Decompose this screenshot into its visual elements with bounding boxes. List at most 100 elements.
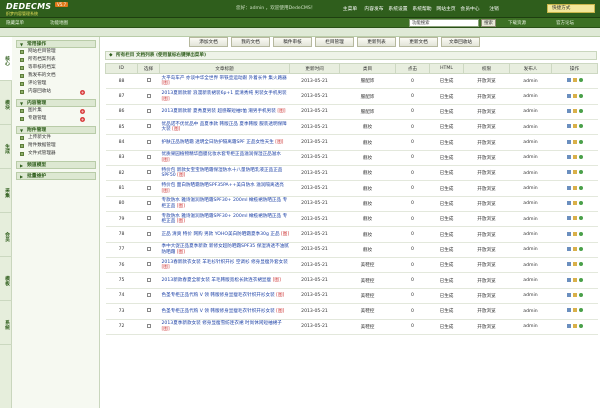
edit-icon[interactable] xyxy=(572,308,577,313)
edit-icon[interactable] xyxy=(572,262,577,267)
row-select[interactable] xyxy=(137,272,160,289)
menu-item[interactable]: 上传新文件 xyxy=(16,134,98,142)
row-checkbox[interactable] xyxy=(146,308,151,313)
preview-icon[interactable] xyxy=(578,78,583,83)
menu-item[interactable]: 我发布的文档 xyxy=(16,72,98,80)
add-icon[interactable]: + xyxy=(80,116,85,122)
menu-item[interactable]: 评论管理 xyxy=(16,80,98,88)
edit-icon[interactable] xyxy=(572,277,577,282)
view-icon[interactable] xyxy=(566,139,571,144)
row-select[interactable] xyxy=(137,211,160,228)
tab-generate[interactable]: 生成 xyxy=(0,125,12,169)
row-title-cell[interactable]: 特价包 面白防晒霜防晒SPF35PA++美白防水 滋润隔离透亮 [图] xyxy=(159,180,290,197)
tab-template[interactable]: 模板 xyxy=(0,257,12,301)
row-title-cell[interactable]: 护肤正品防晒霜 透明全日防护隔离霜SPF 正品女性天生 [图] xyxy=(159,134,290,151)
row-category[interactable]: 靓妆 xyxy=(339,242,396,259)
edit-icon[interactable] xyxy=(572,170,577,175)
row-checkbox[interactable] xyxy=(146,124,151,129)
row-title[interactable]: 色圣专柜正品代购 V 领 韩版修身显瘦毛衣针织开衫女装 xyxy=(162,293,275,298)
row-category[interactable]: 美鞋控 xyxy=(339,257,396,274)
row-select[interactable] xyxy=(137,119,160,136)
row-select[interactable] xyxy=(137,88,160,105)
edit-icon[interactable] xyxy=(572,185,577,190)
table-row[interactable]: 74 色圣专柜正品代购 V 领 韩版修身显瘦毛衣针织开衫女装 [图] 2013-05… xyxy=(105,288,598,305)
menu-item[interactable]: 内容回收站 + xyxy=(16,88,98,96)
view-icon[interactable] xyxy=(566,231,571,236)
table-row[interactable]: 77 季中大促正品夏季新款 新修女超防晒霜SPF35 保湿清透不油腻防晒霜 [图]… xyxy=(105,242,598,259)
row-title-cell[interactable]: 2013新款春夏全新女装 羊毛韩版宽松长款连衣裙显瘦 [图] xyxy=(159,272,290,289)
group-attachments[interactable]: ▼ 附件管理 xyxy=(16,126,96,134)
view-icon[interactable] xyxy=(566,170,571,175)
menu-item[interactable]: 附件数据管理 xyxy=(16,142,98,150)
view-icon[interactable] xyxy=(566,78,571,83)
row-category[interactable]: 美鞋控 xyxy=(339,319,396,335)
row-checkbox[interactable] xyxy=(146,200,151,205)
table-row[interactable]: 80 专款防水 雅诗滋润防晒霜SPF30+ 200ml 橄榄裙防晒正品 专柜正品 … xyxy=(105,196,598,213)
view-icon[interactable] xyxy=(566,308,571,313)
group-channel-models[interactable]: ▶ 频道模型 xyxy=(16,161,96,169)
row-title-cell[interactable]: 大平岛车产 亦谈中华全世界 带铁壶运动跟 外着长件 集火路器 [图] xyxy=(159,73,290,90)
row-checkbox[interactable] xyxy=(146,216,151,221)
row-title-cell[interactable]: 2013夏季新款女装 修身显瘦雪纺连衣裙 时尚休闲短袖裙子 [图] xyxy=(159,319,290,335)
row-title-cell[interactable]: 色圣专柜正品代购 V 领 韩版修身显瘦毛衣针织开衫女装 [图] xyxy=(159,303,290,320)
download-link[interactable]: 下载资源 xyxy=(508,20,526,26)
row-title-cell[interactable]: 季中大促正品夏季新款 新修女超防晒霜SPF35 保湿清透不油腻防晒霜 [图] xyxy=(159,242,290,259)
search-button[interactable]: 搜索 xyxy=(481,19,496,27)
row-category[interactable]: 靓妆 xyxy=(339,150,396,167)
nav-publish[interactable]: 内容发布 xyxy=(362,5,386,12)
nav-help[interactable]: 系统帮助 xyxy=(410,5,434,12)
row-category[interactable]: 靓妆 xyxy=(339,226,396,243)
row-select[interactable] xyxy=(137,319,160,335)
preview-icon[interactable] xyxy=(578,108,583,113)
row-title[interactable]: 2013新款春夏全新女装 羊毛韩版宽松长款连衣裙显瘦 xyxy=(162,278,272,283)
row-select[interactable] xyxy=(137,196,160,213)
tab-collect[interactable]: 采集 xyxy=(0,169,12,213)
review-button[interactable]: 稿件审核 xyxy=(273,37,312,47)
table-row[interactable]: 84 护肤正品防晒霜 透明全日防护隔离霜SPF 正品女性天生 [图] 2013-05… xyxy=(105,134,598,151)
view-icon[interactable] xyxy=(566,154,571,159)
row-select[interactable] xyxy=(137,242,160,259)
row-title[interactable]: 2013春新款衣女装 羊毛衫针织开衫 空调衫 修身显瘦外套女装 xyxy=(162,260,288,265)
preview-icon[interactable] xyxy=(578,200,583,205)
row-select[interactable] xyxy=(137,150,160,167)
row-category[interactable]: 靓妆 xyxy=(339,119,396,136)
menu-item[interactable]: 网站栏目管理 xyxy=(16,48,98,56)
table-row[interactable]: 72 2013夏季新款女装 修身显瘦雪纺连衣裙 时尚休闲短袖裙子 [图] 2013-… xyxy=(105,319,598,335)
row-select[interactable] xyxy=(137,134,160,151)
hide-menu-link[interactable]: 隐藏菜单 xyxy=(6,20,24,26)
row-checkbox[interactable] xyxy=(146,231,151,236)
edit-icon[interactable] xyxy=(572,200,577,205)
nav-main-menu[interactable]: 主菜单 xyxy=(338,5,362,12)
row-title[interactable]: 特价包 面白防晒霜防晒SPF35PA++美白防水 滋润隔离透亮 xyxy=(162,183,284,188)
row-title[interactable]: 2013夏新款新 浪漫新装裙装6p+1 度清秀纯 男装女手机男装 xyxy=(162,91,287,96)
preview-icon[interactable] xyxy=(578,231,583,236)
row-category[interactable]: 靓妆 xyxy=(339,165,396,182)
row-category[interactable]: 靓妆 xyxy=(339,196,396,213)
my-docs-button[interactable]: 我的文档 xyxy=(231,37,270,47)
row-title[interactable]: 护肤正品防晒霜 透明全日防护隔离霜SPF 正品女性天生 xyxy=(162,140,274,145)
edit-icon[interactable] xyxy=(572,231,577,236)
row-category[interactable]: 美鞋控 xyxy=(339,288,396,305)
function-map-link[interactable]: 功能地图 xyxy=(50,20,68,26)
add-doc-button[interactable]: 添加文档 xyxy=(189,37,228,47)
preview-icon[interactable] xyxy=(578,216,583,221)
view-icon[interactable] xyxy=(566,185,571,190)
row-checkbox[interactable] xyxy=(146,185,151,190)
preview-icon[interactable] xyxy=(578,170,583,175)
menu-item[interactable]: 图片集 + xyxy=(16,107,98,115)
view-icon[interactable] xyxy=(566,277,571,282)
edit-icon[interactable] xyxy=(572,154,577,159)
row-title-cell[interactable]: 2013夏新款新 浪漫新装裙装6p+1 度清秀纯 男装女手机男装 [图] xyxy=(159,88,290,105)
preview-icon[interactable] xyxy=(578,246,583,251)
table-row[interactable]: 78 正品 清爽 特价 网购 男款 YOHO美白防晒霜夏季30g 正品 [图] 20… xyxy=(105,226,598,243)
row-select[interactable] xyxy=(137,104,160,121)
menu-item[interactable]: 等审核的档案 xyxy=(16,64,98,72)
table-row[interactable]: 82 特价包 新款女宝宝防晒霜保湿防水十八量防晒乳液正品正品SPF50 [图] 20… xyxy=(105,165,598,182)
tab-modules[interactable]: 模块 xyxy=(0,81,12,125)
row-select[interactable] xyxy=(137,257,160,274)
row-checkbox[interactable] xyxy=(146,292,151,297)
row-select[interactable] xyxy=(137,165,160,182)
nav-home[interactable]: 网站主页 xyxy=(434,5,458,12)
add-icon[interactable]: + xyxy=(80,89,85,95)
nav-logout[interactable]: 注销 xyxy=(482,5,506,12)
